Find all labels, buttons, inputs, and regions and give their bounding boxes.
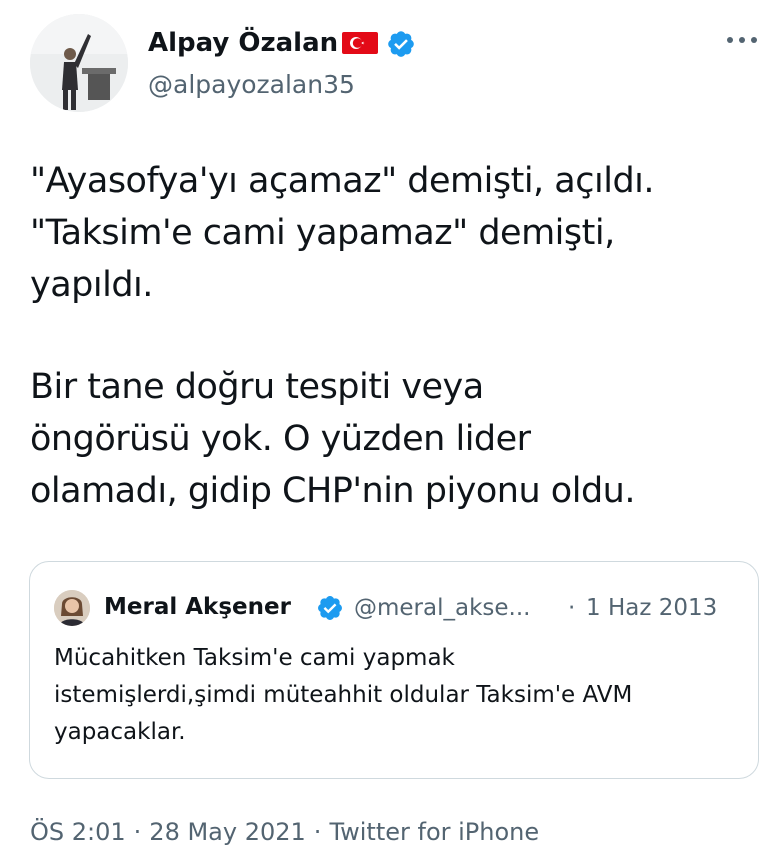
- avatar-image: [30, 14, 128, 112]
- quoted-author-avatar[interactable]: [54, 590, 90, 626]
- quoted-author-name[interactable]: Meral Akşener: [104, 591, 291, 623]
- author-handle[interactable]: @alpayozalan35: [148, 68, 355, 102]
- quoted-author-handle[interactable]: @meral_akse...: [354, 592, 530, 624]
- more-options-icon: [727, 37, 757, 43]
- author-avatar[interactable]: [30, 14, 128, 112]
- tweet-text-line: "Taksim'e cami yapamaz" demişti,: [30, 213, 615, 253]
- turkey-flag-icon: [342, 32, 378, 54]
- tweet-card: Alpay Özalan @alpayozalan35 "Ayasofya'yı…: [0, 0, 784, 866]
- quoted-tweet[interactable]: Meral Akşener @meral_akse... · 1 Haz 201…: [29, 561, 759, 779]
- quoted-avatar-image: [54, 590, 90, 626]
- tweet-text-line: yapıldı.: [30, 265, 153, 305]
- tweet-source[interactable]: Twitter for iPhone: [329, 818, 539, 846]
- tweet-text-line: Bir tane doğru tespiti veya: [30, 367, 484, 407]
- tweet-time[interactable]: ÖS 2:01: [30, 818, 126, 846]
- quoted-text-line: yapacaklar.: [54, 719, 186, 745]
- author-name[interactable]: Alpay Özalan: [148, 25, 338, 61]
- more-options-button[interactable]: [724, 30, 760, 50]
- tweet-text: "Ayasofya'yı açamaz" demişti, açıldı. "T…: [30, 155, 770, 517]
- quoted-text-line: istemişlerdi,şimdi müteahhit oldular Tak…: [54, 682, 633, 708]
- verified-badge-icon: [388, 31, 414, 57]
- meta-separator: ·: [313, 818, 322, 846]
- quoted-separator: ·: [568, 595, 576, 621]
- meta-separator: ·: [133, 818, 142, 846]
- quoted-text-line: Mücahitken Taksim'e cami yapmak: [54, 645, 455, 671]
- tweet-date[interactable]: 28 May 2021: [149, 818, 306, 846]
- tweet-metadata: ÖS 2:01 · 28 May 2021 · Twitter for iPhone: [30, 815, 539, 849]
- tweet-text-line: öngörüsü yok. O yüzden lider: [30, 419, 531, 459]
- tweet-text-line: "Ayasofya'yı açamaz" demişti, açıldı.: [30, 161, 655, 201]
- tweet-text-line: olamadı, gidip CHP'nin piyonu oldu.: [30, 471, 635, 511]
- quoted-date[interactable]: 1 Haz 2013: [586, 592, 717, 624]
- quoted-verified-badge-icon: [318, 596, 342, 620]
- quoted-tweet-text: Mücahitken Taksim'e cami yapmak istemişl…: [54, 640, 744, 751]
